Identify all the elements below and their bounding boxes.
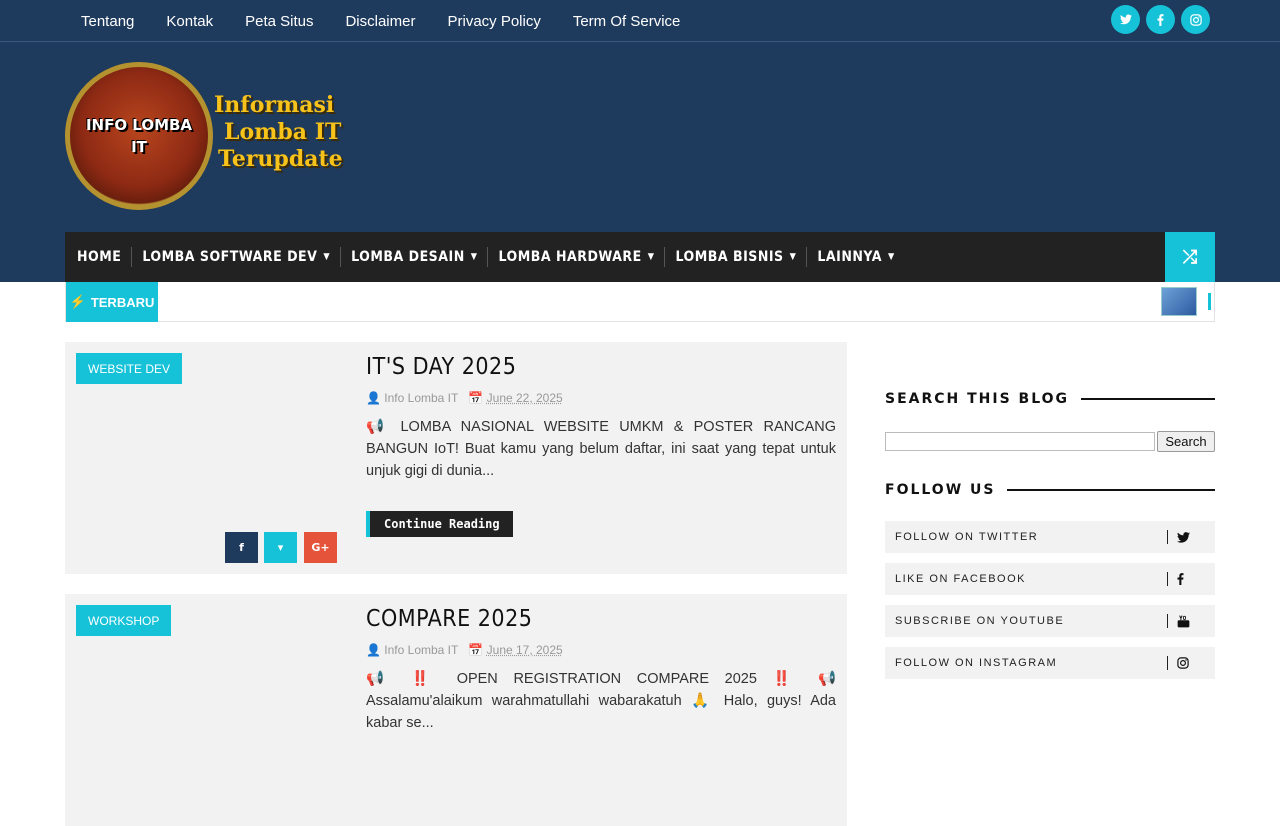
- bolt-icon: ⚡: [69, 294, 86, 309]
- ticker-thumbnail[interactable]: [1161, 287, 1197, 316]
- follow-label: SUBSCRIBE ON YOUTUBE: [895, 615, 1065, 627]
- top-link-kontak[interactable]: Kontak: [166, 13, 213, 30]
- post-excerpt: 📢 ‼️ OPEN REGISTRATION COMPARE 2025 ‼️ 📢…: [366, 671, 836, 731]
- follow-label: FOLLOW ON TWITTER: [895, 531, 1039, 543]
- user-icon: 👤: [366, 643, 381, 657]
- share-googleplus-button[interactable]: G+: [304, 532, 337, 563]
- shuffle-button[interactable]: ⤮: [1165, 232, 1215, 282]
- shuffle-icon: ⤮: [1182, 246, 1198, 268]
- chevron-down-icon: ▼: [647, 252, 655, 262]
- post-title[interactable]: COMPARE 2025: [366, 606, 532, 632]
- follow-facebook-link[interactable]: LIKE ON FACEBOOK: [885, 563, 1215, 595]
- post-excerpt: 📢 LOMBA NASIONAL WEBSITE UMKM & POSTER R…: [366, 419, 836, 479]
- post-author-name: Info Lomba IT: [384, 643, 459, 657]
- top-social-icons: [1111, 5, 1210, 34]
- nav-item-label: LOMBA SOFTWARE DEV: [142, 249, 318, 265]
- logo-tagline[interactable]: Informasi Lomba IT Terupdate: [214, 92, 343, 173]
- post-card: WEBSITE DEV f ▾ G+ IT'S DAY 2025 👤 Info …: [65, 342, 847, 574]
- logo-tagline-line2: Lomba IT: [224, 119, 342, 145]
- facebook-icon: f: [239, 541, 244, 554]
- nav-item-bisnis[interactable]: LOMBA BISNIS ▼: [664, 247, 806, 267]
- share-facebook-button[interactable]: f: [225, 532, 258, 563]
- title-divider: [1007, 489, 1215, 491]
- logo-badge-line1: INFO LOMBA: [85, 116, 193, 134]
- follow-widget-title-text: FOLLOW US: [885, 482, 1008, 498]
- logo-badge-line2: IT: [131, 138, 147, 156]
- post-category[interactable]: WORKSHOP: [76, 605, 172, 636]
- search-input[interactable]: [885, 432, 1155, 451]
- user-icon: 👤: [366, 391, 381, 405]
- title-divider: [1081, 398, 1215, 400]
- facebook-icon[interactable]: [1146, 5, 1175, 34]
- news-ticker: ⚡ TERBARU: [65, 282, 1215, 322]
- logo-tagline-line1: Informasi: [214, 92, 335, 118]
- top-link-peta-situs[interactable]: Peta Situs: [245, 13, 313, 30]
- top-link-privacy-policy[interactable]: Privacy Policy: [447, 13, 540, 30]
- youtube-icon: [1177, 605, 1190, 637]
- divider: [1167, 614, 1168, 628]
- chevron-down-icon: ▼: [323, 252, 331, 262]
- nav-item-label: LAINNYA: [817, 249, 882, 265]
- post-card: WORKSHOP COMPARE 2025 👤 Info Lomba IT 📅 …: [65, 594, 847, 826]
- divider: [1167, 530, 1168, 544]
- facebook-icon: [1177, 563, 1184, 595]
- follow-twitter-link[interactable]: FOLLOW ON TWITTER: [885, 521, 1215, 553]
- nav-item-label: LOMBA DESAIN: [351, 249, 465, 265]
- ticker-indicator: [1208, 293, 1211, 310]
- top-link-tentang[interactable]: Tentang: [81, 13, 134, 30]
- top-link-term-of-service[interactable]: Term Of Service: [573, 13, 681, 30]
- post-date: 📅 June 22, 2025: [468, 391, 562, 405]
- instagram-icon[interactable]: [1181, 5, 1210, 34]
- ticker-label-text: TERBARU: [90, 294, 155, 310]
- search-button[interactable]: Search: [1157, 431, 1215, 452]
- main-nav: HOME LOMBA SOFTWARE DEV ▼ LOMBA DESAIN ▼ L…: [65, 232, 1215, 282]
- twitter-icon: [1177, 521, 1190, 553]
- chevron-down-icon: ▼: [789, 252, 797, 262]
- follow-widget-title: FOLLOW US: [885, 480, 1215, 500]
- calendar-icon: 📅: [468, 391, 484, 405]
- divider: [1167, 572, 1168, 586]
- search-widget-title-text: SEARCH THIS BLOG: [885, 391, 1082, 407]
- continue-reading-button[interactable]: Continue Reading: [366, 511, 513, 537]
- divider: [1167, 656, 1168, 670]
- post-meta: 👤 Info Lomba IT 📅 June 17, 2025: [366, 643, 563, 657]
- instagram-icon: [1177, 647, 1189, 679]
- nav-item-lainnya[interactable]: LAINNYA ▼: [806, 247, 904, 267]
- follow-label: LIKE ON FACEBOOK: [895, 573, 1026, 585]
- post-author-name: Info Lomba IT: [384, 391, 459, 405]
- ticker-label: ⚡ TERBARU: [66, 282, 158, 322]
- nav-item-label: LOMBA HARDWARE: [498, 249, 642, 265]
- nav-item-label: HOME: [77, 249, 122, 265]
- post-date-text: June 17, 2025: [486, 643, 563, 657]
- logo-tagline-line3: Terupdate: [218, 146, 343, 172]
- logo-badge[interactable]: INFO LOMBA IT: [65, 62, 213, 210]
- top-bar: Tentang Kontak Peta Situs Disclaimer Pri…: [0, 0, 1280, 42]
- chevron-down-icon: ▼: [887, 252, 895, 262]
- twitter-icon[interactable]: [1111, 5, 1140, 34]
- top-link-disclaimer[interactable]: Disclaimer: [345, 13, 415, 30]
- nav-item-hardware[interactable]: LOMBA HARDWARE ▼: [487, 247, 664, 267]
- post-category[interactable]: WEBSITE DEV: [76, 353, 183, 384]
- top-links: Tentang Kontak Peta Situs Disclaimer Pri…: [65, 0, 696, 42]
- follow-instagram-link[interactable]: FOLLOW ON INSTAGRAM: [885, 647, 1215, 679]
- calendar-icon: 📅: [468, 643, 484, 657]
- post-date: 📅 June 17, 2025: [468, 643, 562, 657]
- chevron-down-icon: ▼: [470, 252, 478, 262]
- twitter-icon: ▾: [277, 541, 284, 554]
- share-twitter-button[interactable]: ▾: [264, 532, 297, 563]
- post-date-text: June 22, 2025: [486, 391, 563, 405]
- post-title[interactable]: IT'S DAY 2025: [366, 354, 516, 380]
- post-meta: 👤 Info Lomba IT 📅 June 22, 2025: [366, 391, 563, 405]
- follow-label: FOLLOW ON INSTAGRAM: [895, 657, 1058, 669]
- nav-item-desain[interactable]: LOMBA DESAIN ▼: [340, 247, 487, 267]
- post-author[interactable]: 👤 Info Lomba IT: [366, 391, 458, 405]
- nav-item-home[interactable]: HOME: [65, 247, 131, 267]
- post-author[interactable]: 👤 Info Lomba IT: [366, 643, 458, 657]
- nav-item-software-dev[interactable]: LOMBA SOFTWARE DEV ▼: [131, 247, 340, 267]
- search-widget-title: SEARCH THIS BLOG: [885, 389, 1215, 409]
- follow-youtube-link[interactable]: SUBSCRIBE ON YOUTUBE: [885, 605, 1215, 637]
- googleplus-icon: G+: [311, 541, 330, 554]
- nav-item-label: LOMBA BISNIS: [675, 249, 784, 265]
- site-header: INFO LOMBA IT Informasi Lomba IT Terupda…: [0, 42, 1280, 282]
